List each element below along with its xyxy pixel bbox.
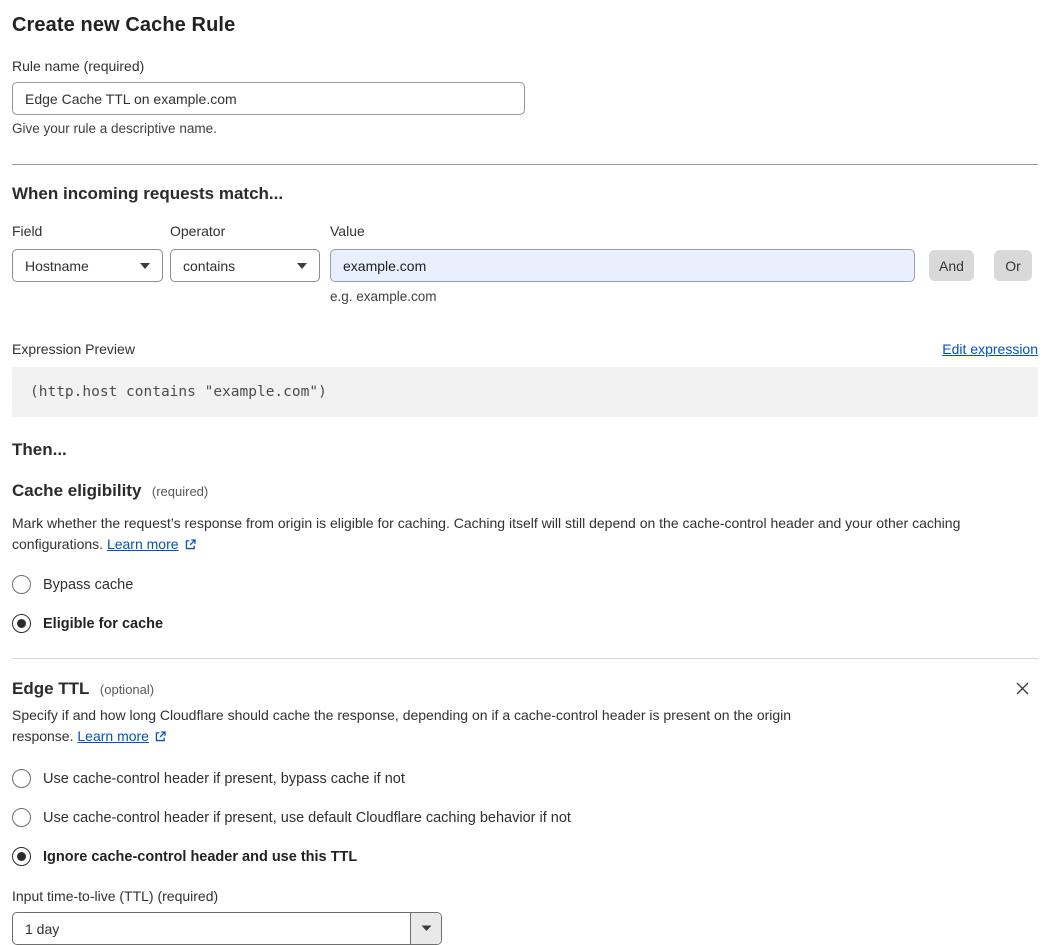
- edge-ttl-heading-group: Edge TTL (optional): [12, 679, 154, 699]
- cache-eligibility-heading-row: Cache eligibility (required): [12, 481, 1038, 501]
- field-select-value: Hostname: [25, 257, 89, 274]
- radio-icon: [12, 808, 31, 827]
- section-divider: [12, 658, 1038, 659]
- edge-ttl-qualifier: (optional): [99, 682, 155, 697]
- expression-code: (http.host contains "example.com"): [12, 367, 1038, 417]
- and-button[interactable]: And: [929, 250, 974, 281]
- radio-ignore-header-use-ttl[interactable]: Ignore cache-control header and use this…: [12, 847, 1038, 866]
- cache-eligibility-description: Mark whether the request’s response from…: [12, 513, 1038, 557]
- external-link-icon: [154, 728, 167, 749]
- radio-use-header-bypass[interactable]: Use cache-control header if present, byp…: [12, 769, 1038, 788]
- cache-eligibility-learn-more-link[interactable]: Learn more: [107, 536, 179, 552]
- radio-bypass-cache[interactable]: Bypass cache: [12, 575, 1038, 594]
- page-title: Create new Cache Rule: [12, 14, 236, 36]
- or-button[interactable]: Or: [994, 250, 1032, 281]
- radio-label: Use cache-control header if present, byp…: [43, 770, 405, 787]
- close-icon[interactable]: [1013, 679, 1032, 698]
- ttl-select[interactable]: 1 day: [12, 912, 442, 945]
- field-label: Field: [12, 223, 43, 239]
- radio-eligible-for-cache[interactable]: Eligible for cache: [12, 614, 1038, 633]
- radio-use-header-default[interactable]: Use cache-control header if present, use…: [12, 808, 1038, 827]
- value-label: Value: [330, 223, 365, 239]
- chevron-down-icon: [140, 262, 150, 269]
- rule-name-help: Give your rule a descriptive name.: [12, 121, 217, 136]
- radio-label: Bypass cache: [43, 576, 134, 593]
- chevron-down-icon: [297, 262, 307, 269]
- operator-label: Operator: [170, 223, 226, 239]
- edge-ttl-heading: Edge TTL: [12, 679, 90, 698]
- radio-label: Eligible for cache: [43, 615, 164, 632]
- operator-select[interactable]: contains: [170, 249, 320, 282]
- edge-ttl-learn-more-link[interactable]: Learn more: [77, 728, 149, 744]
- expression-preview-row: Expression Preview Edit expression: [12, 341, 1038, 357]
- ttl-select-value: 1 day: [25, 920, 60, 937]
- cache-eligibility-qualifier: (required): [151, 484, 209, 499]
- edge-ttl-description: Specify if and how long Cloudflare shoul…: [12, 705, 844, 749]
- ttl-label: Input time-to-live (TTL) (required): [12, 888, 219, 904]
- radio-icon: [12, 575, 31, 594]
- radio-label: Use cache-control header if present, use…: [43, 809, 571, 826]
- value-input[interactable]: [330, 249, 915, 282]
- operator-select-value: contains: [183, 257, 236, 274]
- ttl-select-arrow[interactable]: [410, 913, 441, 944]
- rule-name-label: Rule name (required): [12, 58, 145, 74]
- radio-icon: [12, 769, 31, 788]
- edge-ttl-heading-row: Edge TTL (optional): [12, 679, 1038, 699]
- cache-eligibility-heading: Cache eligibility: [12, 481, 142, 500]
- match-section-heading: When incoming requests match...: [12, 184, 284, 203]
- create-cache-rule-form: Create new Cache Rule Rule name (require…: [12, 0, 1038, 945]
- section-divider: [12, 164, 1038, 165]
- match-labels-row: Field Operator Value: [12, 223, 1038, 239]
- radio-icon: [12, 614, 31, 633]
- edit-expression-link[interactable]: Edit expression: [942, 341, 1038, 357]
- then-heading: Then...: [12, 440, 67, 459]
- rule-name-input[interactable]: [12, 82, 525, 115]
- match-controls-row: Hostname contains And Or: [12, 249, 1038, 282]
- chevron-down-icon: [421, 925, 431, 931]
- field-select[interactable]: Hostname: [12, 249, 163, 282]
- radio-label: Ignore cache-control header and use this…: [43, 848, 358, 865]
- radio-icon: [12, 847, 31, 866]
- external-link-icon: [184, 536, 197, 557]
- value-help: e.g. example.com: [330, 289, 437, 304]
- expression-preview-label: Expression Preview: [12, 341, 135, 357]
